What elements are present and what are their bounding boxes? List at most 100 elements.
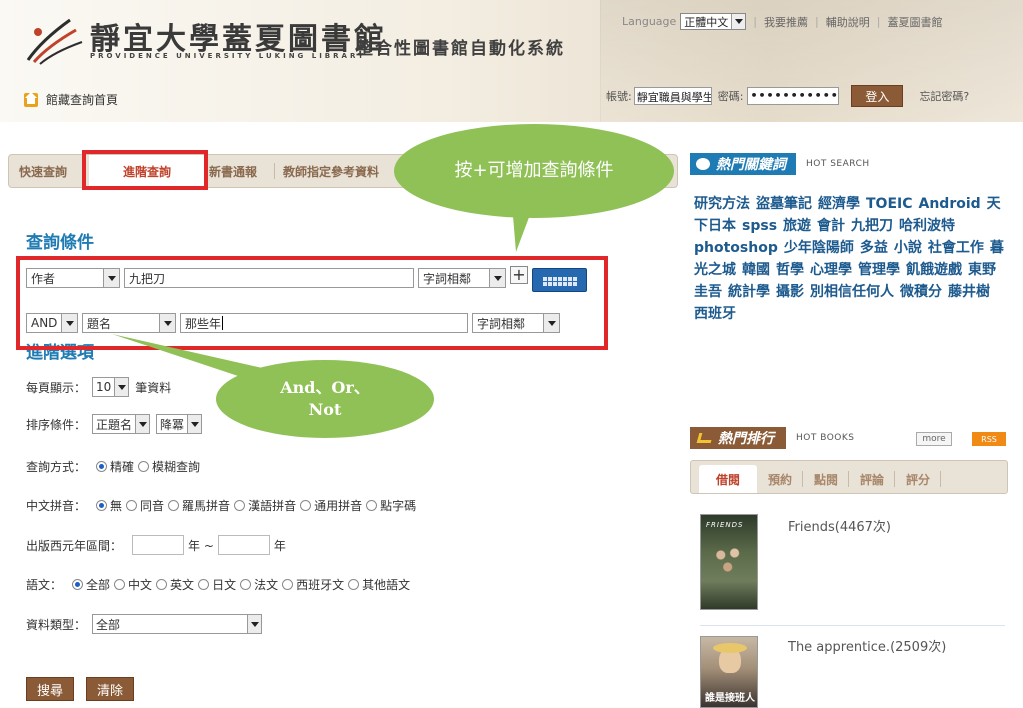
- year-from-input[interactable]: [132, 535, 185, 555]
- divider: [700, 625, 1005, 626]
- catalog-home-label: 館藏查詢首頁: [46, 93, 119, 107]
- keyword-link[interactable]: 研究方法: [694, 196, 750, 212]
- keyword-link[interactable]: 社會工作: [928, 240, 984, 256]
- chevron-down-icon: [114, 378, 129, 396]
- hot-keyword-list: 研究方法 盜墓筆記 經濟學 TOEIC Android 天下日本 spss 旅遊 會計 九把刀 哈利…: [694, 193, 1009, 325]
- help-link[interactable]: 輔助說明: [826, 14, 870, 30]
- top-links: Language 正體中文 | 我要推薦 | 輔助說明 | 蓋夏圖書館: [622, 13, 943, 30]
- year-range-row: 出版西元年區間： 年 ~ 年: [26, 535, 286, 555]
- keyword-link[interactable]: 小說: [894, 240, 922, 256]
- chevron-down-icon: [135, 415, 150, 433]
- search-mode-row: 查詢方式： 精確 模糊查詢: [26, 459, 201, 474]
- login-form: 帳號: 靜宜職員與學生請 密碼: ••••••••••••• 登入 忘記密碼?: [606, 85, 969, 107]
- pinyin-homophone-radio[interactable]: [126, 499, 138, 511]
- keyword-link[interactable]: 盜墓筆記: [756, 196, 812, 212]
- callout-add-condition: 按+可增加查詢條件: [394, 124, 674, 218]
- trophy-icon: [696, 433, 714, 443]
- recommend-link[interactable]: 我要推薦: [764, 14, 808, 30]
- keyword-link[interactable]: 旅遊: [783, 218, 811, 234]
- tab-ratings[interactable]: 評分: [895, 465, 941, 493]
- book-title[interactable]: Friends(4467次): [788, 516, 891, 610]
- material-type-select[interactable]: 全部: [92, 614, 263, 634]
- password-input[interactable]: •••••••••••••: [747, 87, 840, 105]
- library-logo-icon: [26, 18, 83, 65]
- mode-exact-radio[interactable]: [96, 460, 108, 472]
- lang-japanese-radio[interactable]: [198, 578, 210, 590]
- keyword-link[interactable]: 藤井樹: [948, 284, 990, 300]
- keyword-link[interactable]: Android: [919, 196, 981, 212]
- keyword-link[interactable]: 管理學: [858, 262, 900, 278]
- material-type-row: 資料類型： 全部: [26, 614, 268, 634]
- pinyin-row: 中文拼音： 無 同音 羅馬拼音 漢語拼音 通用拼音 點字碼: [26, 498, 417, 513]
- language-label: Language: [622, 15, 677, 28]
- hot-books-title: 熱門排行: [690, 427, 786, 449]
- callout-boolean-operators: And、Or、 Not: [216, 360, 434, 438]
- keyword-link[interactable]: 飢餓遊戲: [906, 262, 962, 278]
- hot-search-title: 熱門關鍵詞: [690, 153, 796, 175]
- hot-books-header: 熱門排行 HOT BOOKS more RSS: [690, 425, 1008, 451]
- year-to-input[interactable]: [217, 535, 270, 555]
- pinyin-none-radio[interactable]: [96, 499, 108, 511]
- keyword-link[interactable]: 少年陰陽師: [784, 240, 854, 256]
- pinyin-braille-radio[interactable]: [366, 499, 378, 511]
- keyword-link[interactable]: 會計: [817, 218, 845, 234]
- hot-search-header: 熱門關鍵詞 HOT SEARCH: [690, 152, 870, 176]
- book-cover-image: 誰是接班人: [700, 636, 758, 708]
- hot-book-item[interactable]: FRIENDS Friends(4467次): [700, 514, 891, 610]
- highlight-search-conditions: [16, 256, 608, 350]
- keyword-link[interactable]: 韓國: [742, 262, 770, 278]
- pinyin-hanyu-radio[interactable]: [234, 499, 246, 511]
- keyword-link[interactable]: 微積分: [900, 284, 942, 300]
- pinyin-tongyong-radio[interactable]: [300, 499, 312, 511]
- keyword-link[interactable]: 經濟學: [818, 196, 860, 212]
- hot-book-item[interactable]: 誰是接班人 The apprentice.(2509次): [700, 636, 946, 708]
- pinyin-roman-radio[interactable]: [168, 499, 180, 511]
- hot-search-subtitle: HOT SEARCH: [806, 159, 870, 169]
- clear-button[interactable]: 清除: [86, 677, 134, 701]
- rss-button[interactable]: RSS: [972, 432, 1006, 446]
- chevron-down-icon: [187, 415, 202, 433]
- lang-other-radio[interactable]: [348, 578, 360, 590]
- tab-borrow[interactable]: 借閱: [699, 465, 757, 493]
- keyword-link[interactable]: 哲學: [776, 262, 804, 278]
- keyword-link[interactable]: TOEIC: [866, 196, 913, 212]
- keyword-link[interactable]: 西班牙: [694, 306, 736, 322]
- keyword-link[interactable]: spss: [742, 218, 777, 234]
- per-page-select[interactable]: 10: [92, 377, 130, 397]
- lang-english-radio[interactable]: [156, 578, 168, 590]
- keyword-link[interactable]: 多益: [860, 240, 888, 256]
- book-title[interactable]: The apprentice.(2509次): [788, 636, 946, 708]
- tab-reviews[interactable]: 評論: [849, 465, 895, 493]
- sort-order-select[interactable]: 降冪: [156, 414, 203, 434]
- account-input[interactable]: 靜宜職員與學生請: [633, 87, 712, 105]
- keyword-link[interactable]: 別相信任何人: [810, 284, 894, 300]
- mode-fuzzy-radio[interactable]: [138, 460, 150, 472]
- lang-chinese-radio[interactable]: [114, 578, 126, 590]
- more-button[interactable]: more: [916, 432, 952, 446]
- keyword-link[interactable]: 九把刀: [851, 218, 893, 234]
- tab-reserve[interactable]: 預約: [757, 465, 803, 493]
- keyword-link[interactable]: 統計學: [728, 284, 770, 300]
- lang-french-radio[interactable]: [240, 578, 252, 590]
- library-name-en: PROVIDENCE UNIVERSITY LUKING LIBRARY: [90, 52, 367, 60]
- lang-all-radio[interactable]: [72, 578, 84, 590]
- password-label: 密碼:: [717, 90, 744, 103]
- login-button[interactable]: 登入: [851, 85, 904, 107]
- keyword-link[interactable]: 攝影: [776, 284, 804, 300]
- catalog-home-link[interactable]: 館藏查詢首頁: [24, 91, 118, 108]
- search-button[interactable]: 搜尋: [26, 677, 74, 701]
- language-select[interactable]: 正體中文: [680, 13, 747, 30]
- lang-spanish-radio[interactable]: [282, 578, 294, 590]
- keyword-link[interactable]: 哈利波特: [899, 218, 955, 234]
- chevron-down-icon: [731, 14, 746, 29]
- library-home-link[interactable]: 蓋夏圖書館: [887, 14, 942, 30]
- tab-views[interactable]: 點閱: [803, 465, 849, 493]
- sort-field-select[interactable]: 正題名: [92, 414, 151, 434]
- forgot-password-link[interactable]: 忘記密碼?: [919, 88, 969, 104]
- tab-new-books[interactable]: 新書通報: [209, 155, 275, 187]
- per-page-row: 每頁顯示： 10 筆資料: [26, 377, 171, 397]
- keyword-link[interactable]: 心理學: [810, 262, 852, 278]
- language-row: 語文： 全部 中文 英文 日文 法文 西班牙文 其他語文: [26, 577, 411, 592]
- tab-course-reserves[interactable]: 教師指定參考資料: [283, 155, 403, 187]
- keyword-link[interactable]: photoshop: [694, 240, 778, 256]
